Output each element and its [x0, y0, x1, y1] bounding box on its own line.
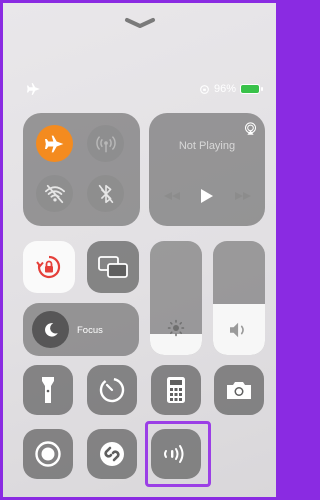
- airplane-mode-button[interactable]: [36, 125, 73, 162]
- screen-mirroring-button[interactable]: [87, 241, 139, 293]
- airplane-icon: [27, 83, 41, 95]
- battery-percent: 96%: [213, 83, 236, 95]
- speaker-icon: [228, 321, 250, 339]
- control-center: 96% Not Playing Focus: [3, 3, 276, 497]
- shazam-button[interactable]: [87, 429, 137, 479]
- wifi-button[interactable]: [36, 175, 73, 212]
- wifi-off-icon: [44, 184, 65, 203]
- focus-label: Focus: [77, 325, 103, 336]
- status-right: 96%: [199, 83, 263, 95]
- camera-button[interactable]: [214, 365, 264, 415]
- bluetooth-button[interactable]: [87, 175, 124, 212]
- calculator-button[interactable]: [151, 365, 201, 415]
- camera-icon: [227, 382, 251, 399]
- bluetooth-off-icon: [98, 184, 113, 203]
- timer-button[interactable]: [87, 365, 137, 415]
- battery-charging-icon: [240, 84, 263, 94]
- sun-icon: [167, 319, 185, 337]
- volume-slider[interactable]: [213, 241, 265, 355]
- flashlight-icon: [42, 377, 54, 403]
- rewind-icon[interactable]: [163, 191, 181, 201]
- orientation-lock-status-icon: [199, 84, 210, 95]
- shazam-icon: [100, 442, 124, 466]
- screen-record-icon: [35, 441, 61, 467]
- cellular-antenna-icon: [95, 135, 116, 152]
- cellular-data-button[interactable]: [87, 125, 124, 162]
- timer-icon: [99, 377, 125, 403]
- moon-icon-circle: [32, 311, 69, 348]
- calculator-icon: [167, 377, 185, 403]
- orientation-lock-icon: [36, 255, 61, 279]
- moon-icon: [44, 322, 58, 337]
- chevron-down-icon[interactable]: [123, 16, 157, 30]
- screen-record-button[interactable]: [23, 429, 73, 479]
- screen-mirroring-icon: [98, 256, 128, 278]
- brightness-slider[interactable]: [150, 241, 202, 355]
- fast-forward-icon[interactable]: [234, 191, 252, 201]
- orientation-lock-button[interactable]: [23, 241, 75, 293]
- airplay-icon[interactable]: [243, 121, 258, 136]
- airplane-icon: [44, 135, 63, 152]
- now-playing-title: Not Playing: [178, 140, 236, 152]
- flashlight-button[interactable]: [23, 365, 73, 415]
- brightness-fill: [150, 334, 202, 355]
- highlight-box: [145, 421, 211, 487]
- connectivity-panel: [23, 113, 140, 226]
- play-icon[interactable]: [200, 188, 214, 204]
